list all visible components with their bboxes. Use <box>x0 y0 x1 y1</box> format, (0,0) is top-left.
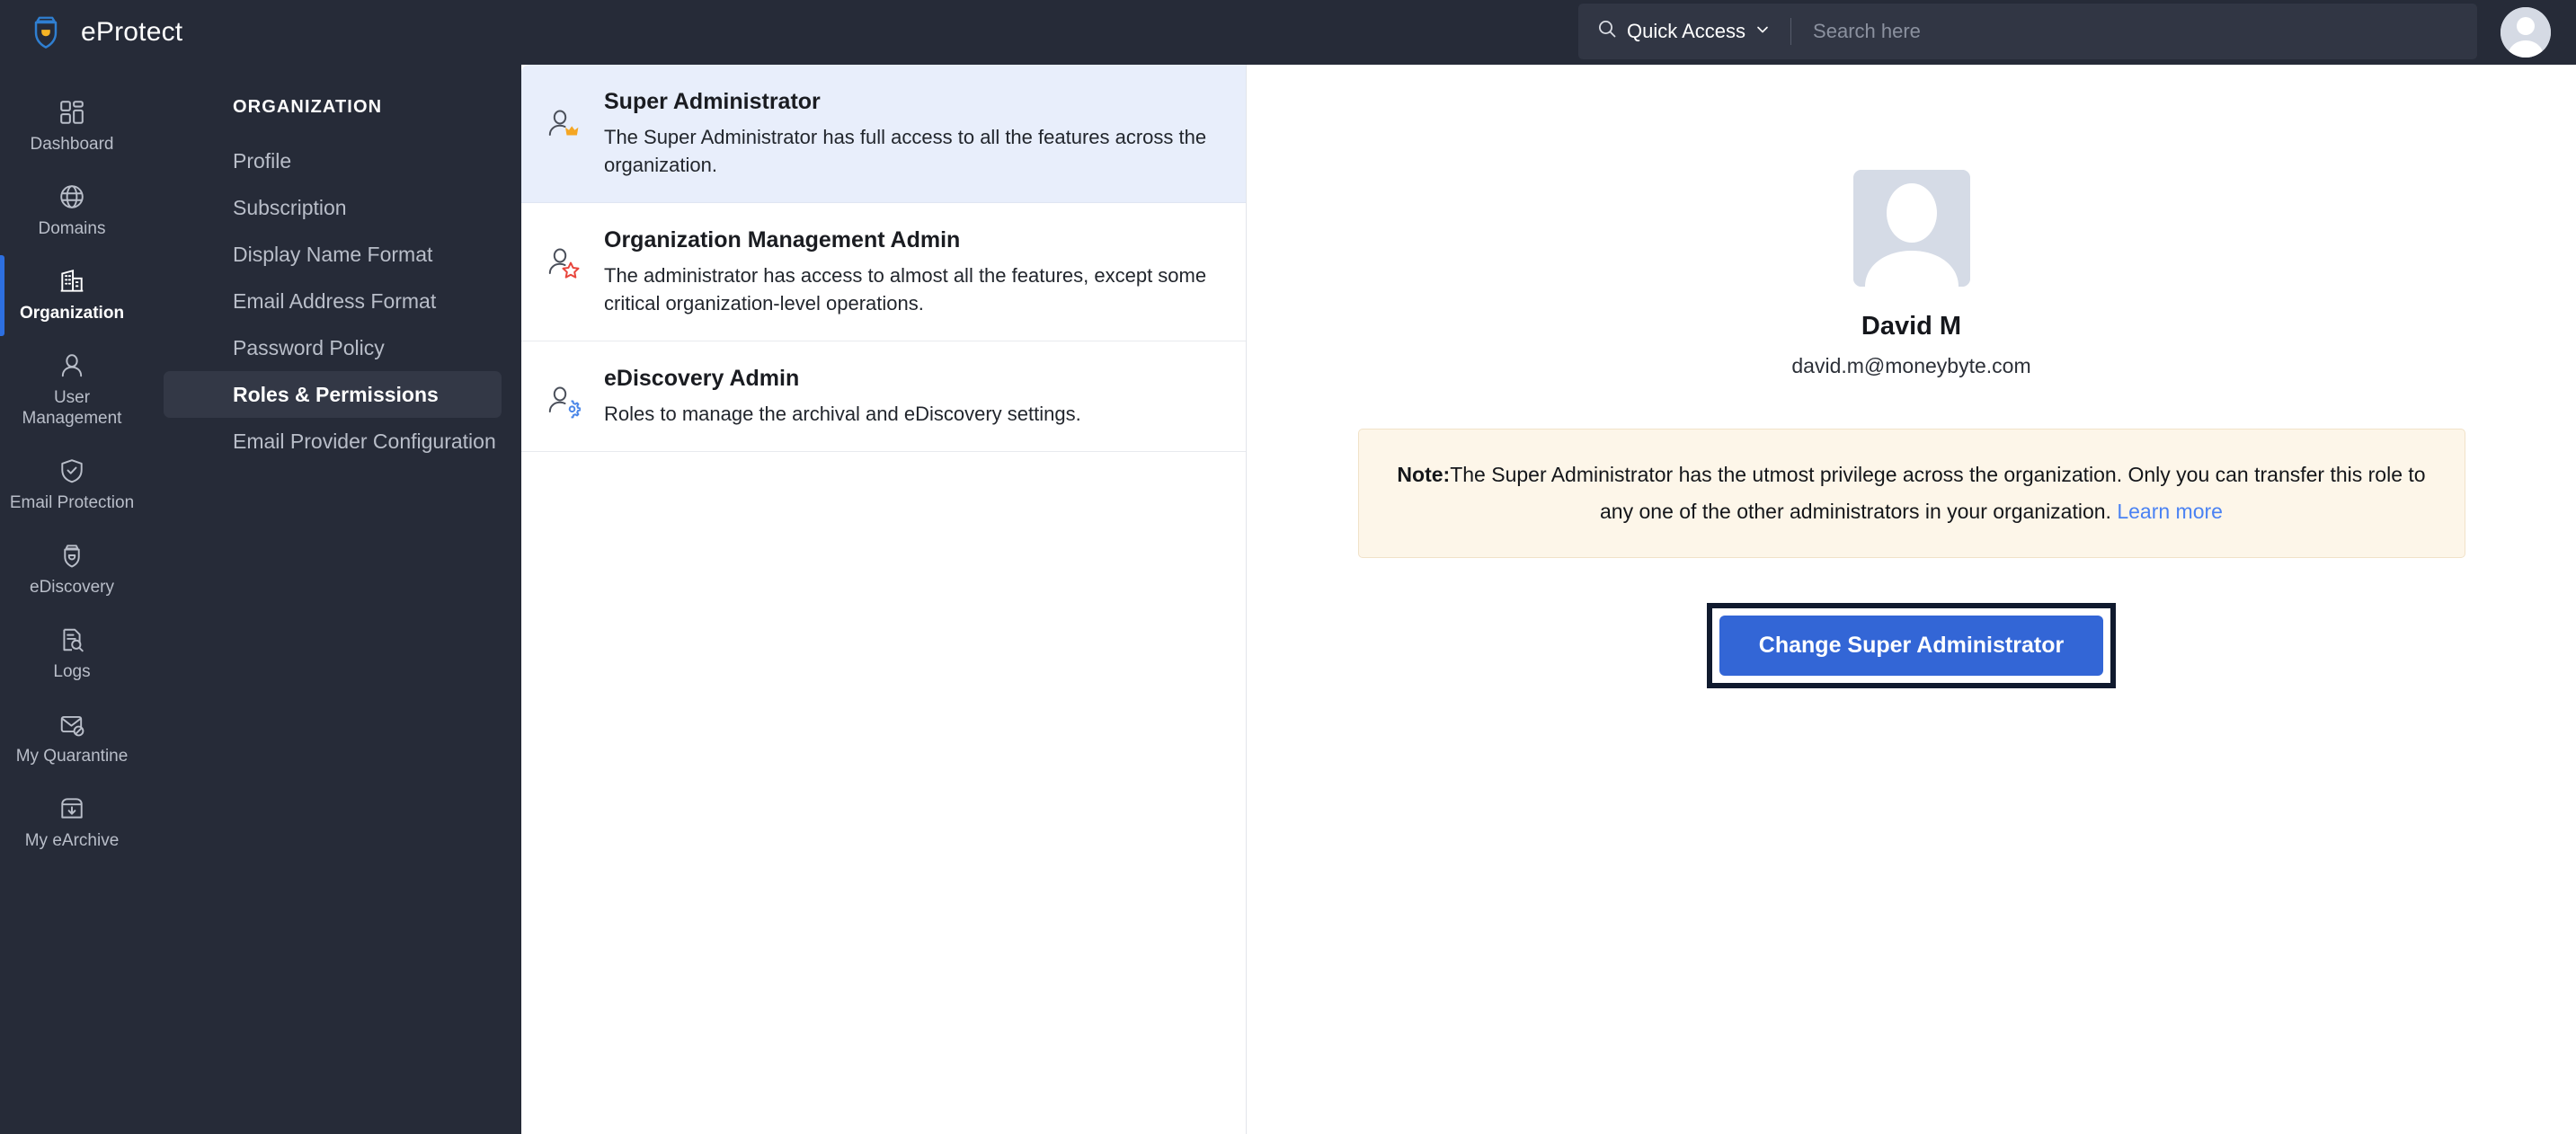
role-text: Super Administrator The Super Administra… <box>604 88 1219 179</box>
avatar <box>1852 170 1970 287</box>
user-crown-icon <box>546 108 581 142</box>
rail-item-organization[interactable]: Organization <box>0 253 144 338</box>
search-input[interactable] <box>1791 4 2477 59</box>
secondary-nav: ORGANIZATION Profile Subscription Displa… <box>144 65 521 1134</box>
secondary-nav-title: ORGANIZATION <box>233 97 383 117</box>
globe-icon <box>58 183 85 210</box>
top-bar: eProtect Quick Access <box>0 0 2576 65</box>
search-icon <box>1596 18 1618 45</box>
rail-item-label: Organization <box>19 304 125 323</box>
rail-item-label: My eArchive <box>24 831 120 850</box>
rail-item-label: My Quarantine <box>15 747 129 766</box>
rail-item-label: eDiscovery <box>30 578 114 597</box>
subnav-item-email-provider-configuration[interactable]: Email Provider Configuration <box>164 418 502 465</box>
building-icon <box>58 268 85 295</box>
mail-blocked-icon <box>58 711 85 738</box>
shield-logo-icon <box>27 13 65 51</box>
user-avatar-icon <box>2500 7 2551 58</box>
global-search-bar: Quick Access <box>1578 4 2477 59</box>
role-row-organization-management-admin[interactable]: Organization Management Admin The admini… <box>521 203 1246 341</box>
shield-check-icon <box>58 457 85 484</box>
role-description: The administrator has access to almost a… <box>604 264 1207 315</box>
role-name: Organization Management Admin <box>604 227 961 252</box>
rail-item-ediscovery[interactable]: eDiscovery <box>0 527 144 612</box>
archive-download-icon <box>58 795 85 822</box>
rail-item-domains[interactable]: Domains <box>0 169 144 253</box>
focus-ring: Change Super Administrator <box>1706 603 2117 688</box>
rail-item-dashboard[interactable]: Dashboard <box>0 84 144 169</box>
document-search-icon <box>58 626 85 653</box>
brand[interactable]: eProtect <box>0 13 521 51</box>
note-label: Note: <box>1397 463 1451 486</box>
change-super-administrator-button[interactable]: Change Super Administrator <box>1719 616 2104 676</box>
role-name: Super Administrator <box>604 89 821 114</box>
rail-item-label: User Management <box>22 388 122 428</box>
note-banner: Note:The Super Administrator has the utm… <box>1357 429 2465 558</box>
app-title: eProtect <box>81 17 183 47</box>
rail-item-user-management[interactable]: User Management <box>0 338 144 443</box>
role-detail-panel: David M david.m@moneybyte.com Note:The S… <box>1247 65 2576 1134</box>
shield-search-icon <box>58 542 85 569</box>
app-root: eProtect Quick Access Search here Dashbo… <box>0 0 2576 1134</box>
learn-more-link[interactable]: Learn more <box>2117 500 2223 523</box>
subnav-item-email-address-format[interactable]: Email Address Format <box>164 278 502 324</box>
body: Dashboard Domains Organization User Mana… <box>0 65 2576 1134</box>
rail-item-label: Domains <box>38 219 106 238</box>
quick-access-label: Quick Access <box>1627 20 1746 42</box>
dashboard-grid-icon <box>58 99 85 126</box>
primary-nav-rail: Dashboard Domains Organization User Mana… <box>0 65 144 1134</box>
user-email: david.m@moneybyte.com <box>1791 354 2031 377</box>
role-row-super-administrator[interactable]: Super Administrator The Super Administra… <box>521 65 1246 203</box>
rail-item-my-quarantine[interactable]: My Quarantine <box>0 696 144 781</box>
user-name: David M <box>1861 312 1962 341</box>
role-name: eDiscovery Admin <box>604 366 800 391</box>
rail-item-email-protection[interactable]: Email Protection <box>0 443 144 527</box>
rail-item-label: Logs <box>53 662 91 681</box>
rail-item-logs[interactable]: Logs <box>0 612 144 696</box>
subnav-item-password-policy[interactable]: Password Policy <box>164 324 502 371</box>
user-avatar-placeholder-icon <box>1852 170 1970 287</box>
note-text: The Super Administrator has the utmost p… <box>1450 463 2426 523</box>
chevron-down-icon <box>1754 20 1771 43</box>
rail-item-my-earchive[interactable]: My eArchive <box>0 781 144 865</box>
role-description: The Super Administrator has full access … <box>604 126 1207 176</box>
role-row-ediscovery-admin[interactable]: eDiscovery Admin Roles to manage the arc… <box>521 341 1246 452</box>
subnav-item-display-name-format[interactable]: Display Name Format <box>164 231 502 278</box>
rail-item-label: Dashboard <box>30 135 114 154</box>
roles-list-panel: Super Administrator The Super Administra… <box>521 65 1247 1134</box>
rail-item-label: Email Protection <box>9 493 135 512</box>
user-star-icon <box>546 246 581 280</box>
role-description: Roles to manage the archival and eDiscov… <box>604 403 1081 425</box>
subnav-item-subscription[interactable]: Subscription <box>164 184 502 231</box>
role-text: eDiscovery Admin Roles to manage the arc… <box>604 365 1219 428</box>
user-icon <box>58 352 85 379</box>
role-text: Organization Management Admin The admini… <box>604 226 1219 317</box>
user-gear-icon <box>546 385 582 419</box>
avatar[interactable] <box>2500 7 2551 58</box>
subnav-item-profile[interactable]: Profile <box>164 137 502 184</box>
quick-access-dropdown[interactable]: Quick Access <box>1578 4 1790 59</box>
subnav-item-roles-permissions[interactable]: Roles & Permissions <box>164 371 502 418</box>
